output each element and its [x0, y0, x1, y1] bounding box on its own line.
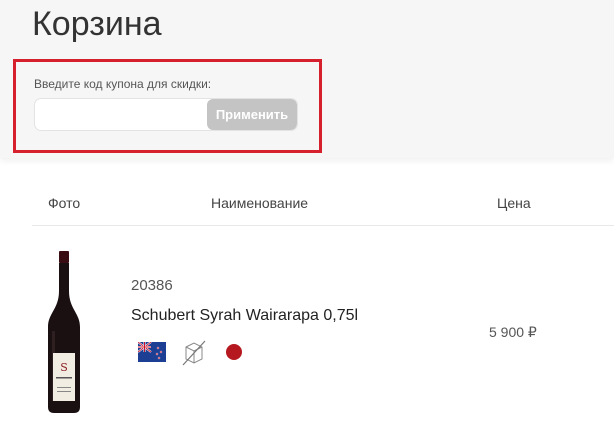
header-area: Корзина Введите код купона для скидки: П…	[0, 0, 614, 158]
new-zealand-flag-icon	[138, 342, 166, 362]
product-price: 5 900 ₽	[489, 324, 537, 340]
column-header-photo: Фото	[48, 195, 81, 211]
glass-icon	[182, 340, 206, 366]
product-image[interactable]: S	[44, 251, 84, 413]
red-wine-color-icon	[226, 344, 242, 360]
svg-text:S: S	[60, 361, 68, 374]
column-header-name: Наименование	[211, 195, 309, 211]
apply-coupon-button[interactable]: Применить	[207, 99, 297, 130]
coupon-section: Введите код купона для скидки: Применить	[13, 59, 322, 153]
cart-table-header: Фото Наименование Цена	[32, 180, 614, 226]
cart-item-row: S 20386 Schubert Syrah Wairarapa 0,75l 5…	[32, 227, 614, 441]
product-name[interactable]: Schubert Syrah Wairarapa 0,75l	[131, 307, 358, 325]
coupon-input[interactable]	[35, 99, 207, 130]
coupon-label: Введите код купона для скидки:	[34, 77, 212, 91]
page-title: Корзина	[32, 5, 162, 43]
product-sku: 20386	[131, 277, 173, 294]
column-header-price: Цена	[497, 195, 531, 211]
coupon-field: Применить	[34, 98, 298, 131]
